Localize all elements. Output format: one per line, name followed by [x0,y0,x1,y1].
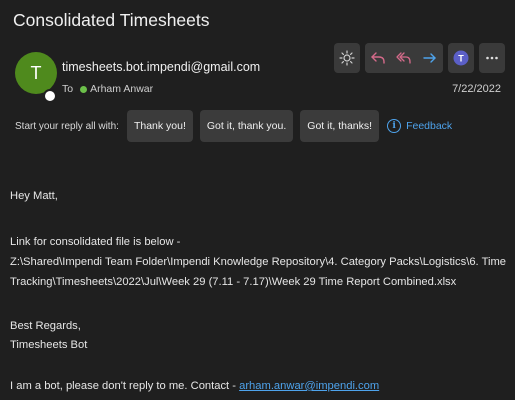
quick-reply-label: Start your reply all with: [15,120,119,132]
reply-group [365,43,443,73]
footer-text: I am a bot, please don't reply to me. Co… [10,380,240,392]
info-icon: i [387,119,402,133]
body-file-path-line-1: Z:\Shared\Impendi Team Folder\Impendi Kn… [10,256,507,268]
sun-icon [339,50,355,66]
quick-reply-thank-you[interactable]: Thank you! [126,110,193,142]
teams-icon: T [453,50,469,66]
to-label: To [62,83,74,95]
forward-button[interactable] [417,43,443,73]
body-signature: Timesheets Bot [10,339,88,351]
body-line-1: Link for consolidated file is below - [10,236,181,248]
presence-indicator [43,89,57,103]
teams-button[interactable]: T [448,43,474,73]
body-footer: I am a bot, please don't reply to me. Co… [10,380,379,392]
message-toolbar: T [334,43,505,73]
quick-reply-bar: Start your reply all with: Thank you! Go… [15,109,452,143]
reply-icon [371,52,385,64]
quick-reply-got-it-thank-you[interactable]: Got it, thank you. [199,110,294,142]
sender-address[interactable]: timesheets.bot.impendi@gmail.com [62,60,260,74]
feedback-link[interactable]: i Feedback [387,119,452,133]
svg-text:T: T [458,54,464,64]
sun-button[interactable] [334,43,360,73]
recipient-name[interactable]: Arham Anwar [90,83,153,95]
email-date: 7/22/2022 [452,83,501,95]
reply-all-button[interactable] [391,43,417,73]
body-file-path-line-2: Tracking\Timesheets\2022\Jul\Week 29 (7.… [10,276,457,288]
forward-icon [423,53,436,63]
feedback-label: Feedback [406,120,453,132]
more-button[interactable] [479,43,505,73]
reply-button[interactable] [365,43,391,73]
email-subject: Consolidated Timesheets [13,10,210,30]
reply-all-icon [396,52,411,64]
to-line: To Arham Anwar [62,83,153,95]
body-regards: Best Regards, [10,320,81,332]
more-icon [486,56,498,60]
body-greeting: Hey Matt, [10,190,58,202]
recipient-status-icon [80,85,88,93]
avatar[interactable]: T [15,52,57,94]
quick-reply-got-it-thanks[interactable]: Got it, thanks! [300,110,380,142]
contact-email-link[interactable]: arham.anwar@impendi.com [239,380,379,392]
avatar-initial: T [30,62,42,83]
